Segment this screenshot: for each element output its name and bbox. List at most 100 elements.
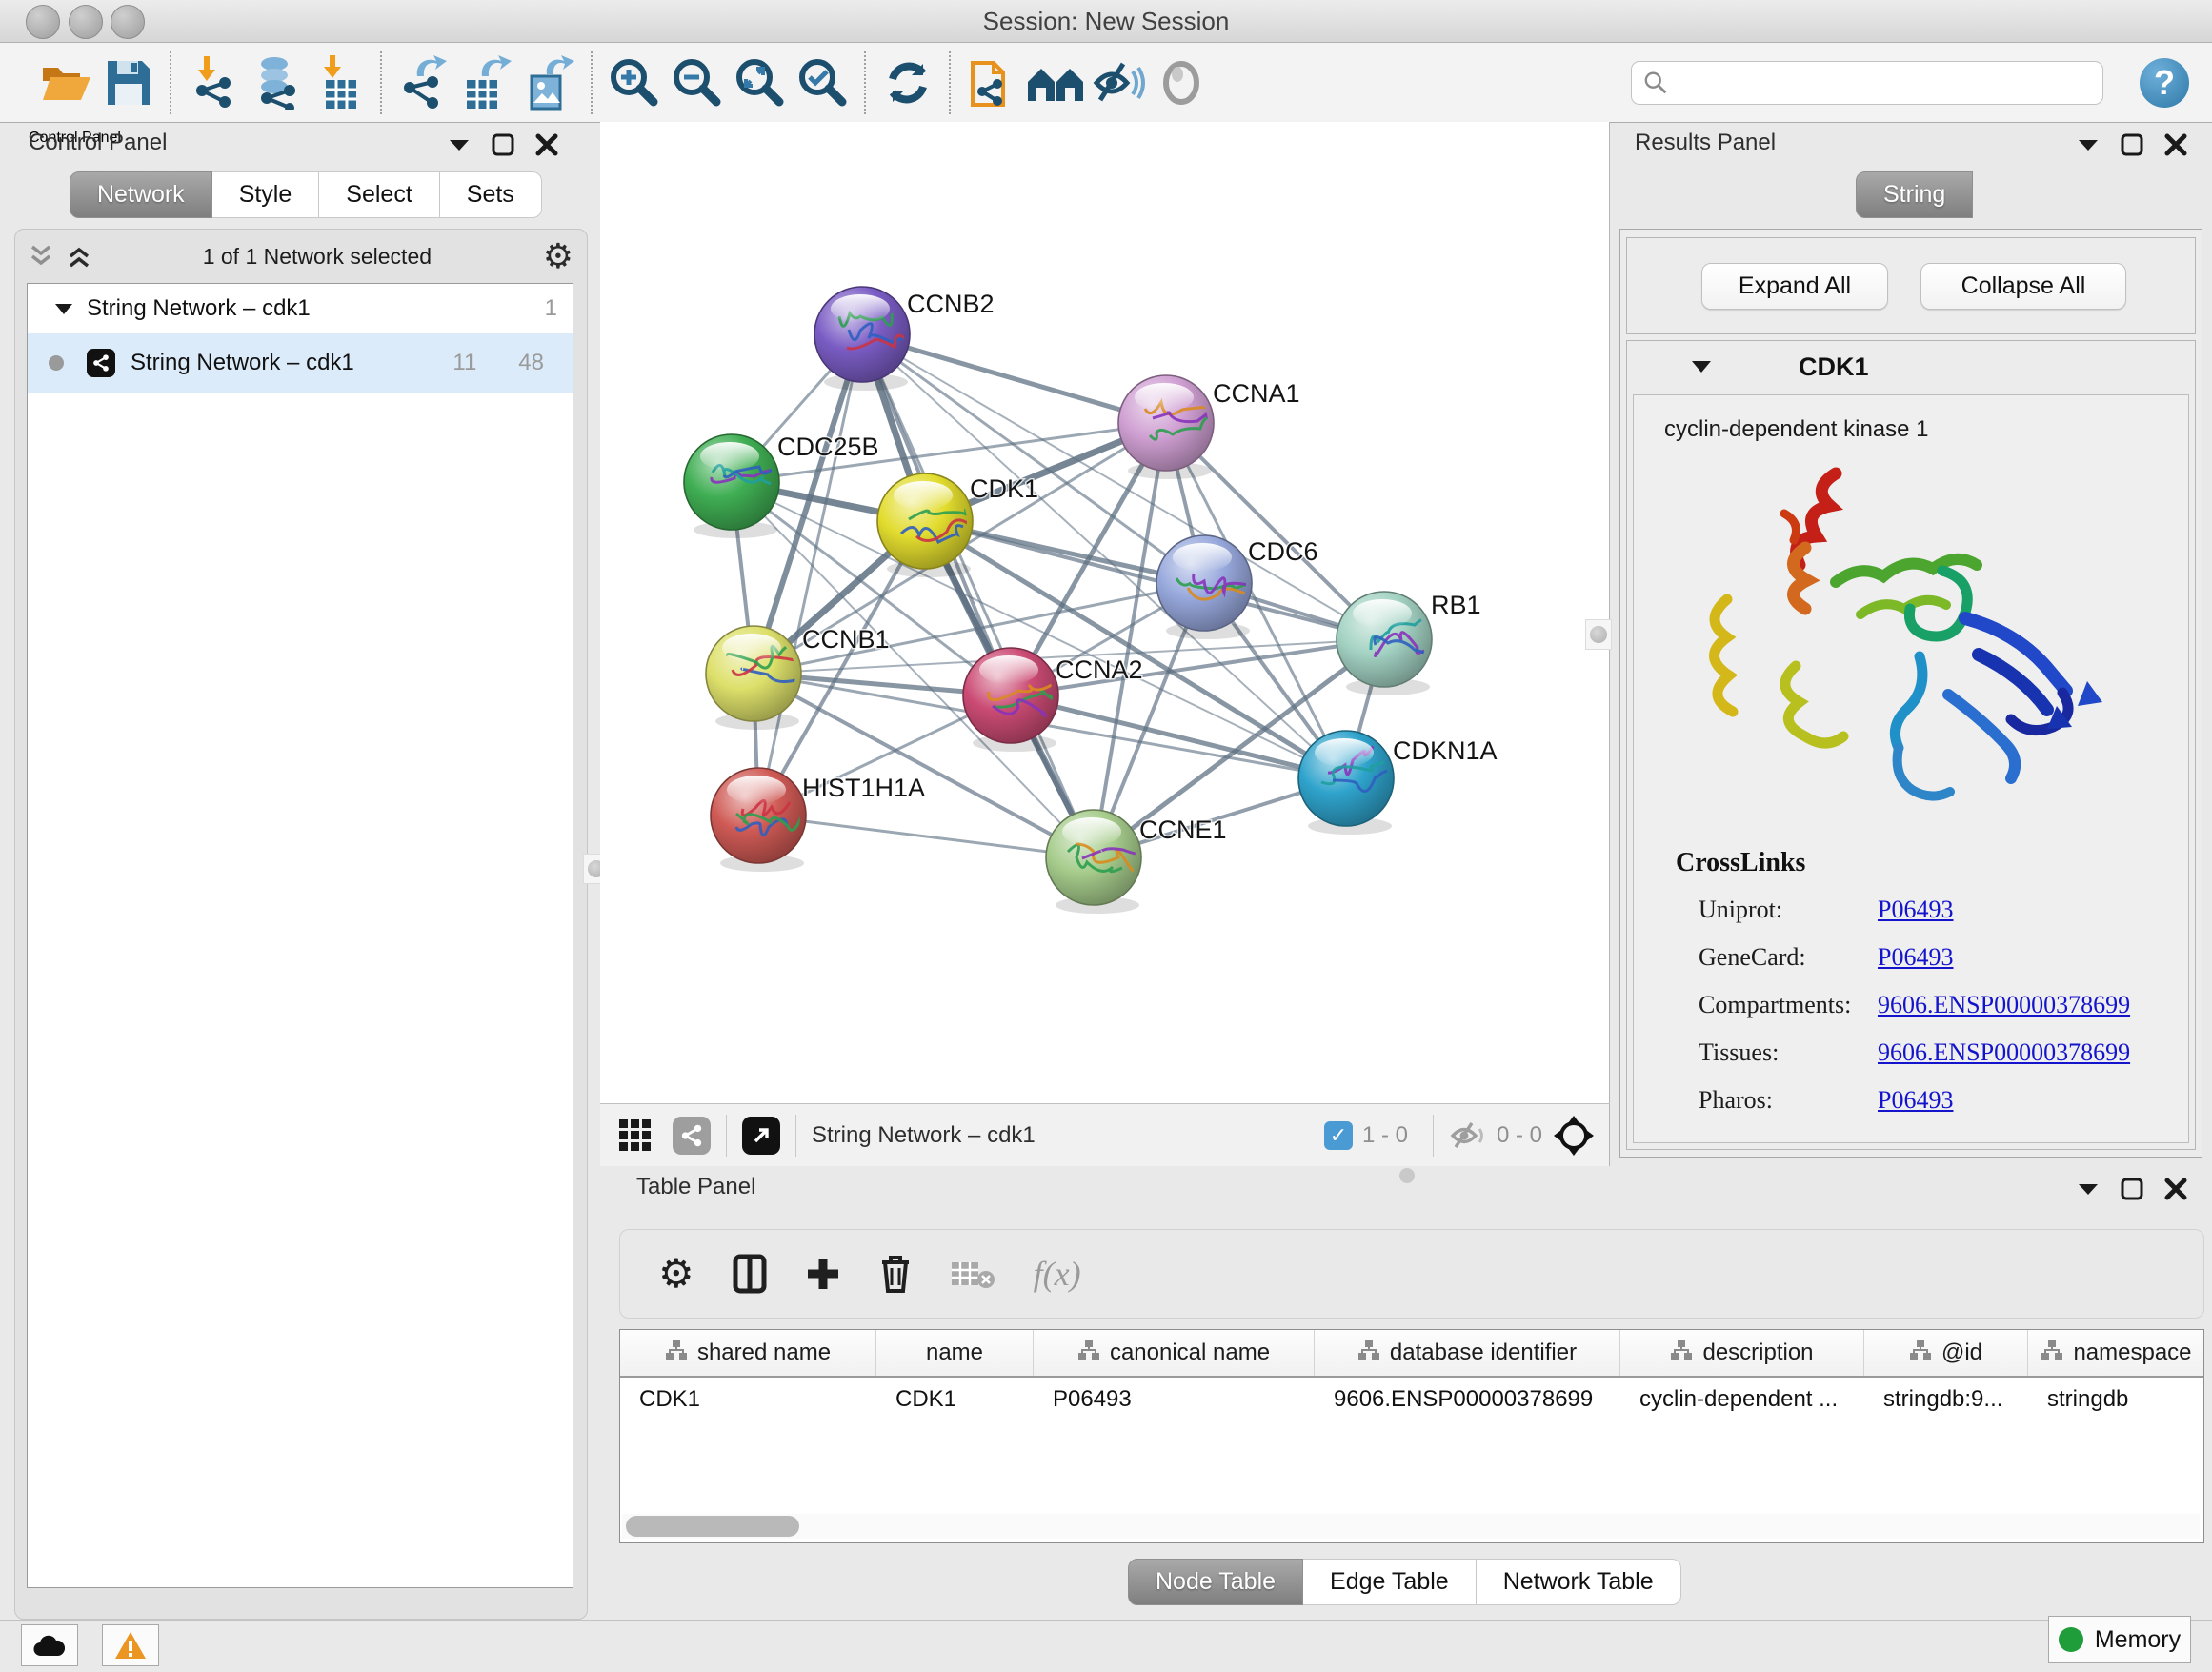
right-splitter-handle[interactable] [1585, 619, 1612, 650]
memory-button[interactable]: Memory [2048, 1616, 2191, 1663]
panel-close-icon[interactable] [535, 133, 558, 156]
crosslink-value-link[interactable]: P06493 [1878, 943, 1953, 972]
panel-close-icon[interactable] [2164, 133, 2187, 156]
save-session-button[interactable] [97, 53, 160, 112]
node-table: shared name namecanonical namedatabase id… [619, 1329, 2204, 1543]
expand-all-button[interactable]: Expand All [1701, 263, 1888, 310]
node-HIST1H1A[interactable] [711, 768, 806, 872]
table-cell[interactable]: P06493 [1034, 1386, 1315, 1413]
control-panel-tabs: NetworkStyleSelectSets [70, 171, 542, 218]
column-header-database-identifier[interactable]: database identifier [1315, 1330, 1620, 1376]
node-label-HIST1H1A: HIST1H1A [802, 774, 925, 802]
panel-float-icon[interactable] [2121, 1178, 2143, 1200]
crosslink-value-link[interactable]: P06493 [1878, 896, 1953, 924]
string-view-icon[interactable] [673, 1117, 711, 1155]
column-header-name[interactable]: name [876, 1330, 1034, 1376]
column-header-label: shared name [697, 1340, 831, 1366]
clone-network-button[interactable] [961, 53, 1024, 112]
panel-menu-icon[interactable] [2077, 137, 2100, 152]
gear-icon[interactable]: ⚙ [543, 239, 573, 273]
node-CDC25B[interactable] [684, 434, 790, 538]
edge-HIST1H1A-CCNE1[interactable] [758, 816, 1094, 857]
tab-network-table[interactable]: Network Table [1477, 1559, 1681, 1605]
export-network-button[interactable] [392, 53, 455, 112]
table-cell[interactable]: stringdb:9... [1864, 1386, 2028, 1413]
expand-all-icon[interactable] [67, 245, 91, 268]
open-session-button[interactable] [34, 53, 97, 112]
panel-close-icon[interactable] [2164, 1178, 2187, 1200]
node-CDKN1A[interactable] [1298, 731, 1396, 835]
delete-column-icon[interactable] [879, 1254, 912, 1294]
birds-eye-view-icon[interactable] [1552, 1114, 1596, 1158]
current-network-name: String Network – cdk1 [812, 1122, 1036, 1149]
table-cell[interactable]: cyclin-dependent ... [1620, 1386, 1864, 1413]
panel-float-icon[interactable] [492, 133, 514, 156]
zoom-out-button[interactable] [666, 53, 729, 112]
column-header-description[interactable]: description [1620, 1330, 1864, 1376]
network-canvas[interactable]: CCNB2CCNA1CDC25BCDK1CDC6RB1CCNB1CCNA2CDK… [600, 122, 1610, 1103]
crosslink-value-link[interactable]: 9606.ENSP00000378699 [1878, 991, 2130, 1019]
panel-menu-icon[interactable] [448, 137, 471, 152]
protein-structure-image [1693, 456, 2102, 828]
search-input[interactable] [1668, 69, 2091, 97]
grid-view-icon[interactable] [617, 1118, 654, 1154]
tab-network[interactable]: Network [70, 171, 212, 218]
section-expander-icon[interactable] [1690, 359, 1713, 374]
control-panel: Control Panel NetworkStyleSelectSets 1 o… [0, 122, 600, 1620]
detach-view-icon[interactable] [742, 1117, 780, 1155]
refresh-view-button[interactable] [876, 53, 939, 112]
scrollbar-thumb[interactable] [626, 1516, 799, 1537]
horizontal-scrollbar[interactable] [622, 1514, 2200, 1539]
table-gear-icon[interactable]: ⚙ [658, 1254, 694, 1294]
tab-node-table[interactable]: Node Table [1128, 1559, 1303, 1605]
tab-style[interactable]: Style [212, 171, 320, 218]
column-header-canonical-name[interactable]: canonical name [1034, 1330, 1315, 1376]
search-box[interactable] [1631, 61, 2103, 105]
tree-expander-icon[interactable] [54, 302, 73, 315]
tab-string[interactable]: String [1856, 171, 1973, 218]
table-cell[interactable]: 9606.ENSP00000378699 [1315, 1386, 1620, 1413]
crosslink-value-link[interactable]: P06493 [1878, 1086, 1953, 1115]
node-RB1[interactable] [1337, 592, 1434, 695]
collapse-all-button[interactable]: Collapse All [1920, 263, 2126, 310]
import-network-database-button[interactable] [245, 53, 308, 112]
collapse-all-icon[interactable] [29, 245, 53, 268]
warning-status-button[interactable] [102, 1624, 159, 1666]
table-row[interactable]: CDK1CDK1P064939606.ENSP00000378699cyclin… [620, 1378, 2203, 1421]
table-panel-title: Table Panel [636, 1174, 755, 1200]
table-cell[interactable]: CDK1 [876, 1386, 1034, 1413]
tab-sets[interactable]: Sets [440, 171, 542, 218]
show-glass-button[interactable] [1150, 53, 1213, 112]
export-image-button[interactable] [518, 53, 581, 112]
table-cell[interactable]: stringdb [2028, 1386, 2204, 1413]
zoom-fit-button[interactable] [729, 53, 792, 112]
table-cell[interactable]: CDK1 [620, 1386, 876, 1413]
memory-status-dot [2059, 1627, 2083, 1652]
hide-glass-button[interactable] [1087, 53, 1150, 112]
edge-CCNB2-HIST1H1A[interactable] [758, 334, 862, 816]
select-columns-icon[interactable] [733, 1254, 767, 1294]
panel-menu-icon[interactable] [2077, 1181, 2100, 1197]
zoom-in-button[interactable] [603, 53, 666, 112]
tab-edge-table[interactable]: Edge Table [1303, 1559, 1477, 1605]
network-row[interactable]: String Network – cdk1 11 48 [28, 333, 573, 393]
import-table-file-button[interactable] [308, 53, 371, 112]
column-header-shared-name[interactable]: shared name [620, 1330, 876, 1376]
network-graph[interactable]: CCNB2CCNA1CDC25BCDK1CDC6RB1CCNB1CCNA2CDK… [600, 122, 1608, 1101]
help-button[interactable]: ? [2140, 58, 2189, 108]
home-button[interactable] [1024, 53, 1087, 112]
export-table-button[interactable] [455, 53, 518, 112]
selected-checkbox-icon[interactable]: ✓ [1324, 1121, 1353, 1150]
add-column-icon[interactable] [805, 1256, 841, 1292]
network-collection-row[interactable]: String Network – cdk1 1 [28, 284, 573, 333]
tab-select[interactable]: Select [319, 171, 439, 218]
zoom-selected-button[interactable] [792, 53, 855, 112]
column-header--id[interactable]: @id [1864, 1330, 2028, 1376]
selected-node-edge-counts: 1 - 0 [1362, 1122, 1408, 1149]
panel-float-icon[interactable] [2121, 133, 2143, 156]
hidden-eye-icon[interactable] [1449, 1120, 1487, 1151]
crosslink-value-link[interactable]: 9606.ENSP00000378699 [1878, 1038, 2130, 1067]
import-network-file-button[interactable] [182, 53, 245, 112]
column-header-namespace[interactable]: namespace [2028, 1330, 2204, 1376]
cloud-status-button[interactable] [21, 1624, 78, 1666]
